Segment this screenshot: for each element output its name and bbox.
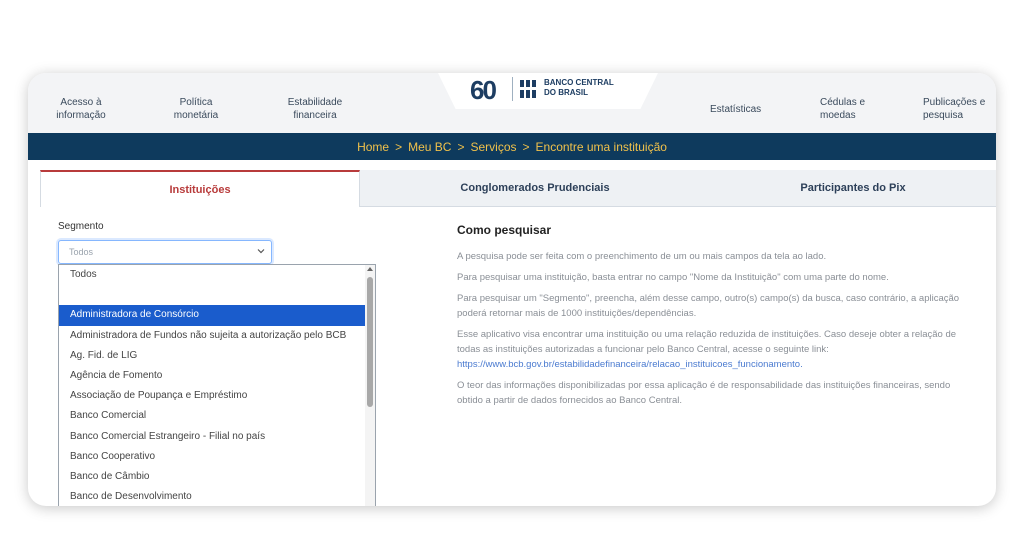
tab-instituicoes[interactable]: Instituições — [40, 170, 360, 207]
breadcrumb-current: Encontre uma instituição — [535, 139, 667, 154]
dropdown-option[interactable]: Administradora de Fundos não sujeita a a… — [59, 326, 375, 346]
logo-text: BANCO CENTRAL DO BRASIL — [544, 78, 614, 98]
dropdown-scrollbar[interactable] — [365, 265, 375, 506]
dropdown-option[interactable]: Banco Comercial Estrangeiro - Filial no … — [59, 427, 375, 447]
browser-card: Acesso à informação Política monetária E… — [28, 73, 996, 506]
logo-line-1: BANCO CENTRAL — [544, 78, 614, 87]
help-paragraph: Para pesquisar uma instituição, basta en… — [457, 272, 889, 283]
nav-publicacoes-pesquisa[interactable]: Publicações e pesquisa — [923, 96, 993, 122]
logo-divider — [512, 77, 513, 101]
nav-acesso-informacao[interactable]: Acesso à informação — [46, 96, 116, 122]
dropdown-option[interactable]: Todos — [59, 265, 375, 285]
help-paragraph: Para pesquisar um "Segmento", preencha, … — [457, 293, 960, 319]
dropdown-option-blank[interactable] — [59, 285, 375, 305]
nav-estabilidade-financeira[interactable]: Estabilidade financeira — [280, 96, 350, 122]
breadcrumb-separator: > — [522, 139, 530, 154]
logo-60-anos[interactable]: 60 — [470, 75, 497, 106]
scroll-up-icon[interactable] — [367, 267, 373, 271]
dropdown-option[interactable]: Banco de Câmbio — [59, 467, 375, 487]
breadcrumb-servicos[interactable]: Serviços — [470, 140, 516, 154]
tab-conglomerados-prudenciais[interactable]: Conglomerados Prudenciais — [360, 170, 710, 207]
bcb-logo-icon — [518, 80, 538, 98]
chevron-down-icon — [257, 249, 265, 254]
breadcrumb-meu-bc[interactable]: Meu BC — [408, 140, 451, 154]
help-paragraph-link: Esse aplicativo visa encontrar uma insti… — [457, 327, 967, 372]
help-paragraph: A pesquisa pode ser feita com o preenchi… — [457, 251, 827, 262]
logo-line-2: DO BRASIL — [544, 88, 588, 97]
segment-dropdown-list[interactable]: Todos Administradora de Consórcio Admini… — [58, 264, 376, 506]
help-title: Como pesquisar — [457, 223, 552, 237]
help-paragraph: O teor das informações disponibilizadas … — [457, 380, 951, 406]
segment-label: Segmento — [58, 221, 104, 232]
top-navigation: Acesso à informação Política monetária E… — [28, 73, 996, 133]
breadcrumb-home[interactable]: Home — [357, 140, 389, 154]
breadcrumb: Home > Meu BC > Serviços > Encontre uma … — [28, 133, 996, 160]
nav-cedulas-moedas[interactable]: Cédulas e moedas — [820, 96, 880, 122]
help-panel: Como pesquisar A pesquisa pode ser feita… — [457, 223, 967, 414]
dropdown-scroll-thumb[interactable] — [367, 277, 373, 407]
institutions-link[interactable]: https://www.bcb.gov.br/estabilidadefinan… — [457, 359, 803, 370]
dropdown-option[interactable]: Banco de Desenvolvimento — [59, 487, 375, 506]
dropdown-option[interactable]: Associação de Poupança e Empréstimo — [59, 386, 375, 406]
dropdown-option[interactable]: Banco Cooperativo — [59, 447, 375, 467]
dropdown-option[interactable]: Ag. Fid. de LIG — [59, 346, 375, 366]
dropdown-option[interactable]: Banco Comercial — [59, 406, 375, 426]
breadcrumb-separator: > — [457, 139, 465, 154]
tab-bar: Instituições Conglomerados Prudenciais P… — [28, 170, 996, 207]
dropdown-option-highlighted[interactable]: Administradora de Consórcio — [59, 305, 375, 326]
help-paragraph-text: Esse aplicativo visa encontrar uma insti… — [457, 329, 957, 355]
nav-politica-monetaria[interactable]: Política monetária — [166, 96, 226, 122]
tab-participantes-pix[interactable]: Participantes do Pix — [710, 170, 996, 207]
segment-select[interactable]: Todos — [58, 240, 272, 264]
dropdown-option[interactable]: Agência de Fomento — [59, 366, 375, 386]
segment-select-value: Todos — [69, 247, 94, 257]
nav-estatisticas[interactable]: Estatísticas — [710, 103, 761, 116]
breadcrumb-separator: > — [395, 139, 403, 154]
